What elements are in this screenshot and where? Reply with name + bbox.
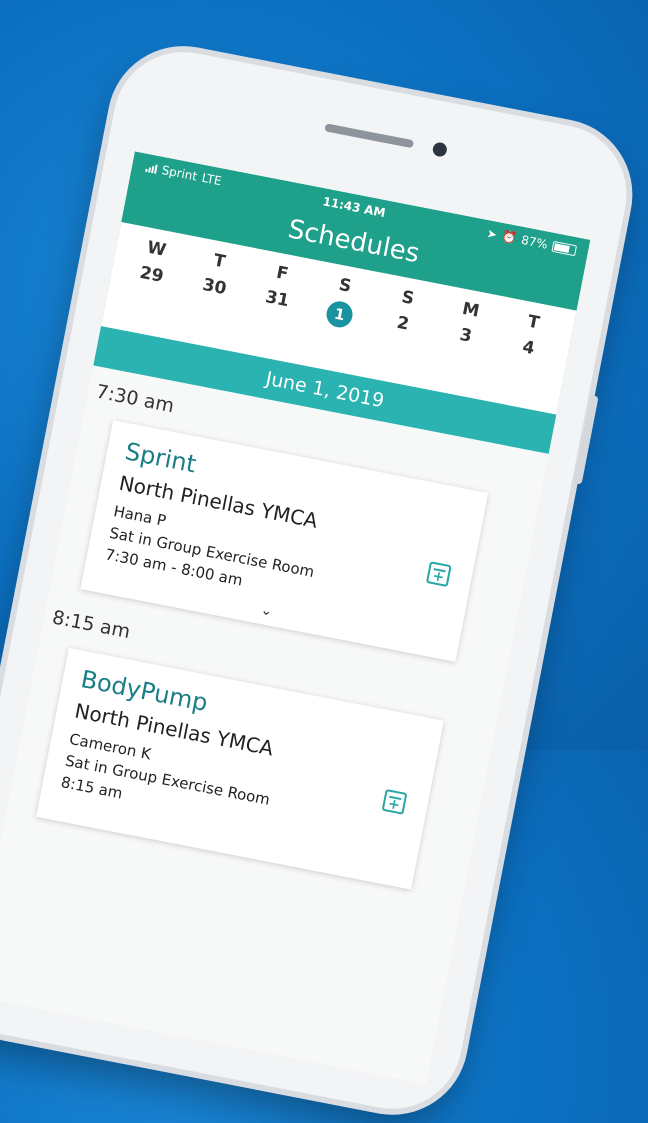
calendar-plus-icon[interactable]: + [425, 561, 452, 588]
day-number: 3 [458, 324, 474, 347]
day-number: 4 [520, 337, 537, 360]
day-number: 30 [200, 274, 228, 300]
day-of-week: T [525, 311, 542, 334]
day-number: 29 [138, 262, 166, 287]
day-of-week: T [211, 250, 228, 273]
calendar-plus-icon[interactable]: + [381, 788, 408, 815]
class-card[interactable]: Sprint North Pinellas YMCA Hana P Sat in… [80, 420, 489, 662]
day-of-week: S [337, 274, 353, 297]
class-card[interactable]: BodyPump North Pinellas YMCA Cameron K S… [36, 647, 444, 890]
status-time: 11:43 AM [321, 194, 387, 221]
day-of-week: F [274, 262, 290, 285]
chevron-down-icon[interactable]: ⌄ [259, 602, 274, 620]
carrier-name: Sprint [160, 162, 199, 184]
day-tue[interactable]: T 4 [492, 298, 563, 412]
day-number: 1 [324, 299, 355, 330]
battery-percent: 87% [520, 232, 549, 252]
speaker-grille [324, 123, 415, 149]
signal-icon [145, 162, 158, 174]
day-wed[interactable]: W 29 [115, 225, 186, 339]
session-time-heading: 7:30 am [94, 380, 176, 418]
day-number: 2 [395, 312, 411, 335]
day-of-week: S [399, 287, 416, 310]
side-button [573, 394, 599, 485]
day-of-week: M [460, 298, 481, 322]
day-fri[interactable]: F 31 [240, 249, 311, 363]
session-time-heading: 8:15 am [50, 606, 132, 644]
day-sun[interactable]: S 2 [366, 274, 437, 388]
day-thu[interactable]: T 30 [177, 237, 248, 351]
alarm-icon: ⏰ [500, 229, 518, 246]
day-of-week: W [145, 237, 168, 261]
day-mon[interactable]: M 3 [429, 286, 500, 400]
battery-icon [551, 240, 578, 256]
app-screen: Sprint LTE 11:43 AM ➤ ⏰ 87% Schedules W … [0, 151, 591, 1085]
day-number: 31 [263, 287, 291, 312]
carrier-info: Sprint LTE [145, 160, 223, 188]
status-indicators: ➤ ⏰ 87% [486, 226, 578, 257]
day-sat-selected[interactable]: S 1 [303, 261, 374, 375]
front-camera [431, 141, 449, 158]
phone-frame: Sprint LTE 11:43 AM ➤ ⏰ 87% Schedules W … [0, 40, 639, 1121]
network-type: LTE [200, 170, 223, 189]
location-icon: ➤ [485, 226, 499, 242]
